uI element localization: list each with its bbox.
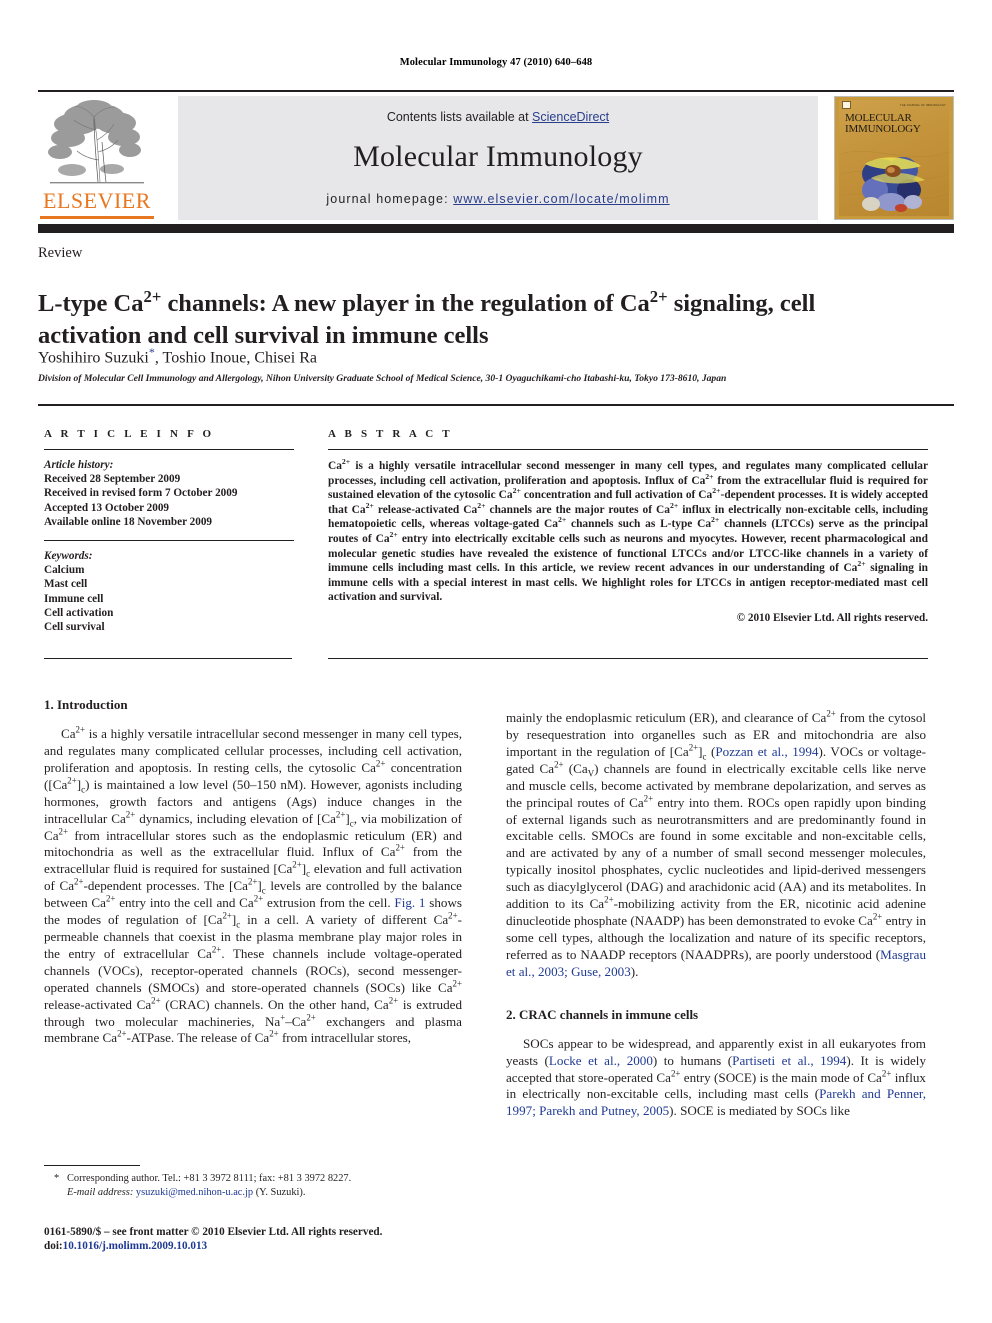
email-suffix: (Y. Suzuki). [255,1186,306,1198]
abstract-bottom-rule [328,658,928,659]
journal-homepage-line: journal homepage: www.elsevier.com/locat… [178,192,818,206]
running-head: Molecular Immunology 47 (2010) 640–648 [399,57,593,68]
cover-elsevier-mark-icon [842,101,851,109]
email-label: E-mail address: [67,1186,134,1198]
keyword-item: Cell activation [44,606,114,619]
cover-top-strip: THE JOURNAL OF IMMUNOLOGY [839,100,949,110]
journal-title: Molecular Immunology [353,140,643,173]
article-info-separator [44,540,294,542]
keyword-item: Cell survival [44,621,105,634]
paragraph: Ca2+ is a highly versatile intracellular… [44,724,463,1046]
journal-article-page: Molecular Immunology 47 (2010) 640–648 E… [0,0,992,1323]
history-item: Received in revised form 7 October 2009 [44,487,238,500]
page-title: L-type Ca2+ channels: A new player in th… [38,287,816,350]
article-info-heading: A R T I C L E I N F O [44,428,215,440]
corresponding-author-footnote: * Corresponding author. Tel.: +81 3 3972… [44,1172,464,1199]
history-item: Received 28 September 2009 [44,473,181,486]
section-heading-crac-channels: 2. CRAC channels in immune cells [506,1006,699,1022]
keywords-block: Keywords: Calcium Mast cell Immune cell … [44,549,294,634]
elsevier-tree-icon [48,100,144,184]
abstract-copyright: © 2010 Elsevier Ltd. All rights reserved… [736,611,928,624]
journal-homepage-link[interactable]: www.elsevier.com/locate/molimm [453,192,669,206]
cover-masthead-tiny: THE JOURNAL OF IMMUNOLOGY [900,103,946,107]
article-history-block: Article history: Received 28 September 2… [44,458,294,529]
doi-line: doi:10.1016/j.molimm.2009.10.013 [44,1239,474,1253]
keyword-item: Mast cell [44,578,88,591]
issn-line: 0161-5890/$ – see front matter © 2010 El… [44,1226,383,1238]
sciencedirect-link[interactable]: ScienceDirect [532,110,609,124]
title-bottom-rule [38,404,954,406]
keyword-item: Immune cell [44,592,104,605]
abstract-rule [328,449,928,450]
article-history-label: Article history: [44,459,114,471]
cover-title: MOLECULAR IMMUNOLOGY [845,113,921,135]
article-info-column: A R T I C L E I N F O Article history: R… [44,428,294,634]
doi-link[interactable]: 10.1016/j.molimm.2009.10.013 [63,1240,208,1252]
elsevier-logo: ELSEVIER [38,96,156,220]
author-list: Yoshihiro Suzuki*, Toshio Inoue, Chisei … [38,345,317,367]
footnote-rule [44,1165,140,1166]
history-item: Accepted 13 October 2009 [44,501,170,514]
journal-masthead: ELSEVIER Contents lists available at Sci… [38,92,954,222]
keywords-label: Keywords: [44,550,93,563]
cover-title-line2: IMMUNOLOGY [845,123,921,135]
elsevier-underline [40,216,154,219]
footnote-marker: * [54,1173,60,1184]
masthead-thick-rule [38,224,954,233]
author-affiliation: Division of Molecular Cell Immunology an… [38,373,727,384]
homepage-prefix: journal homepage: [326,192,449,206]
cover-protein-structure-icon [841,151,949,212]
journal-band: Contents lists available at ScienceDirec… [178,96,818,220]
abstract-text: Ca2+ is a highly versatile intracellular… [328,457,928,604]
doi-label: doi: [44,1240,63,1253]
contents-list-line: Contents lists available at ScienceDirec… [178,110,818,124]
body-column-right: mainly the endoplasmic reticulum (ER), a… [506,697,926,1133]
corresponding-author-email-link[interactable]: ysuzuki@med.nihon-u.ac.jp [136,1187,253,1198]
corresponding-author-text: Corresponding author. Tel.: +81 3 3972 8… [67,1173,352,1184]
body-column-left: 1. Introduction Ca2+ is a highly versati… [44,697,462,1060]
section-heading-introduction: 1. Introduction [44,697,128,712]
paragraph: mainly the endoplasmic reticulum (ER), a… [506,708,927,979]
history-item: Available online 18 November 2009 [44,515,213,528]
abstract-column: A B S T R A C T Ca2+ is a highly versati… [328,428,928,624]
paragraph: SOCs appear to be widespread, and appare… [506,1035,927,1119]
contents-prefix: Contents lists available at [386,110,533,124]
abstract-heading: A B S T R A C T [328,428,453,440]
journal-cover-thumbnail: THE JOURNAL OF IMMUNOLOGY MOLECULAR IMMU… [834,96,954,220]
article-type-label: Review [38,245,83,261]
issn-copyright-block: 0161-5890/$ – see front matter © 2010 El… [44,1225,474,1254]
keyword-item: Calcium [44,564,85,577]
article-info-rule [44,449,294,450]
cover-inner: THE JOURNAL OF IMMUNOLOGY MOLECULAR IMMU… [839,100,949,216]
article-info-bottom-rule [44,658,292,659]
elsevier-wordmark: ELSEVIER [43,188,151,213]
